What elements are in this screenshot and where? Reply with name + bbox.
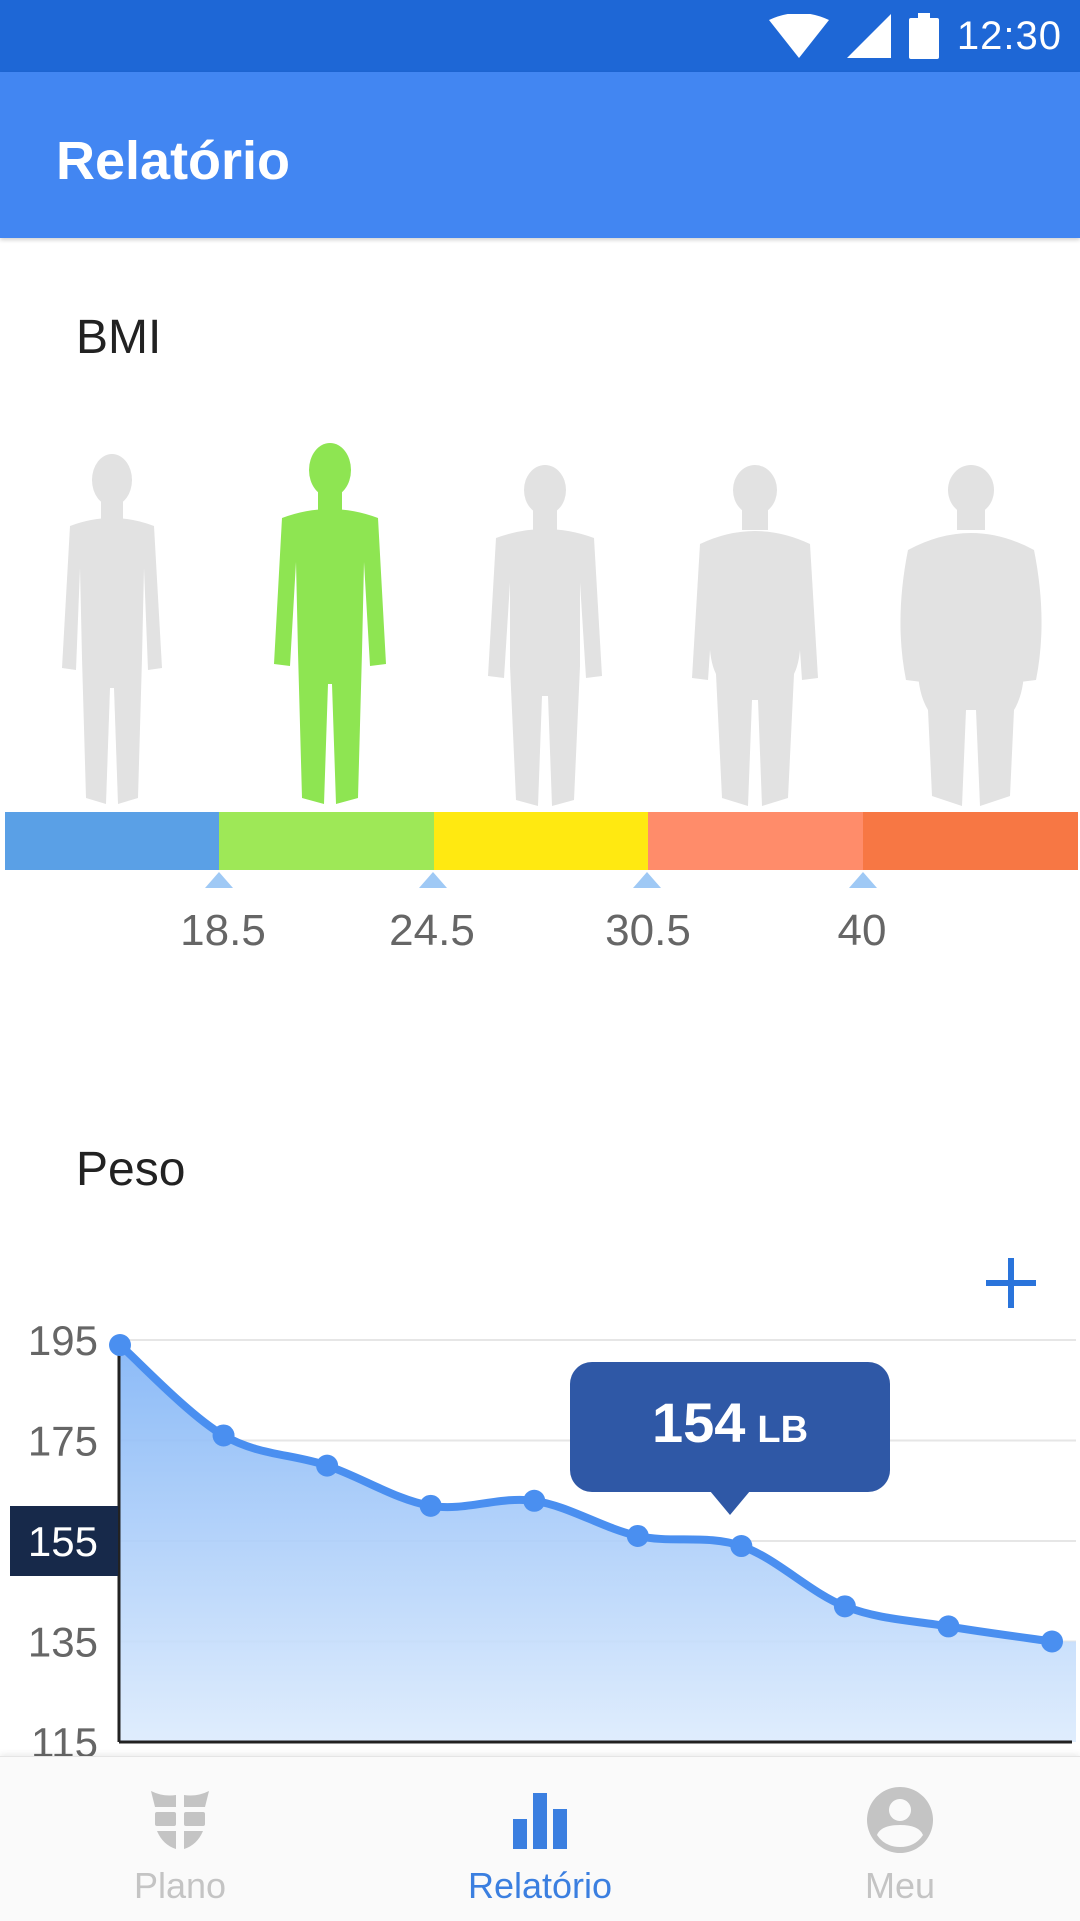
y-tick-label: 155	[28, 1518, 98, 1565]
body-figure-overweight	[488, 465, 602, 806]
page-title: Relatório	[56, 131, 291, 191]
weight-section-title: Peso	[76, 1143, 186, 1196]
bmi-marker	[849, 872, 877, 888]
data-point[interactable]	[1041, 1630, 1063, 1653]
status-bar: 12:30	[0, 0, 1080, 72]
value-tooltip: 154 LB	[570, 1362, 890, 1515]
nav-label-relatorio: Relatório	[467, 1865, 613, 1906]
nav-label-meu: Meu	[864, 1865, 936, 1906]
bmi-figures	[0, 430, 1080, 810]
bmi-marker	[419, 872, 447, 888]
weight-chart: 195 175 155 135 115 154 LB	[10, 1317, 1076, 1760]
body-figure-severely-obese	[900, 465, 1042, 806]
battery-icon	[908, 13, 939, 59]
y-tick-label: 175	[28, 1418, 98, 1465]
bmi-threshold-label: 24.5	[389, 906, 475, 955]
data-point[interactable]	[730, 1535, 753, 1558]
profile-icon	[867, 1787, 934, 1853]
tooltip-unit: LB	[757, 1409, 808, 1451]
nav-item-plano[interactable]: Plano	[0, 1757, 360, 1921]
data-point[interactable]	[109, 1334, 131, 1357]
body-figure-underweight	[62, 454, 162, 804]
bmi-segment-severely-obese	[863, 812, 1078, 870]
bmi-threshold-label: 18.5	[180, 906, 266, 955]
data-point[interactable]	[523, 1489, 546, 1512]
bmi-segment-normal	[219, 812, 434, 870]
nav-label-plano: Plano	[133, 1865, 227, 1906]
wifi-icon	[768, 14, 829, 58]
bmi-threshold-label: 30.5	[605, 906, 691, 955]
bmi-section-title: BMI	[76, 311, 162, 364]
nav-item-meu[interactable]: Meu	[720, 1757, 1080, 1921]
data-point[interactable]	[937, 1615, 960, 1638]
bmi-marker	[633, 872, 661, 888]
bmi-scale-bar	[5, 812, 1078, 870]
bmi-segment-overweight	[434, 812, 648, 870]
body-figure-obese	[692, 465, 818, 806]
data-point[interactable]	[419, 1494, 442, 1517]
y-tick-label: 195	[28, 1317, 98, 1364]
signal-icon	[846, 14, 891, 58]
data-point[interactable]	[212, 1424, 235, 1447]
y-tick-label: 115	[31, 1719, 98, 1760]
bmi-threshold-label: 40	[837, 906, 887, 955]
data-point[interactable]	[316, 1454, 339, 1477]
data-point[interactable]	[626, 1524, 649, 1547]
bottom-navigation: Plano Relatório Meu	[0, 1756, 1080, 1921]
chart-y-ticks: 195 175 155 135 115	[10, 1317, 118, 1760]
y-tick-label: 135	[28, 1619, 98, 1666]
body-figure-normal	[274, 443, 386, 804]
nav-item-relatorio[interactable]: Relatório	[360, 1757, 720, 1921]
app-bar: Relatório	[0, 72, 1080, 238]
tooltip-value: 154	[652, 1391, 745, 1454]
bmi-marker	[205, 872, 233, 888]
data-point[interactable]	[833, 1595, 856, 1618]
status-time: 12:30	[956, 13, 1062, 58]
bmi-segment-underweight	[5, 812, 219, 870]
abs-icon	[151, 1791, 209, 1849]
bmi-segment-obese	[648, 812, 863, 870]
status-icons: 12:30	[768, 0, 1062, 72]
bar-chart-icon	[513, 1793, 567, 1849]
